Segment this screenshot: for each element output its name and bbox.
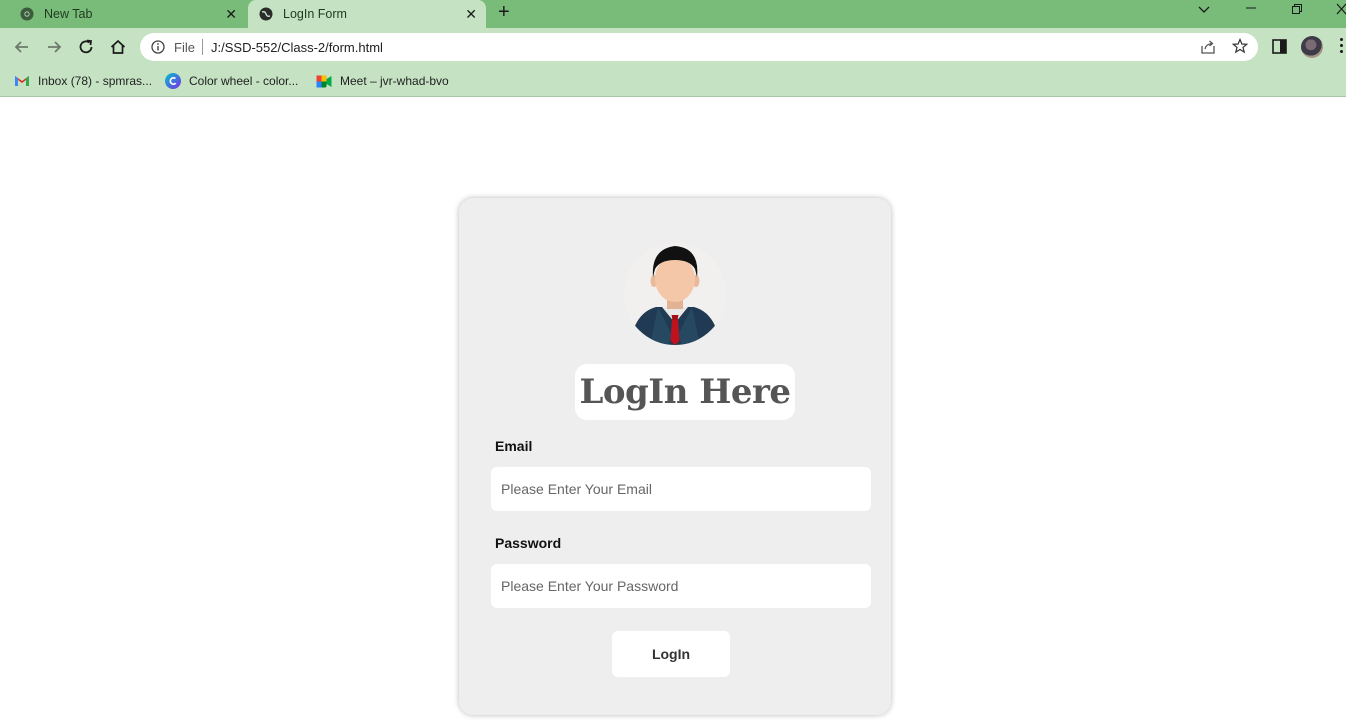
email-field[interactable] (491, 467, 871, 511)
bookmark-inbox[interactable]: Inbox (78) - spmras... (14, 72, 152, 90)
new-tab-plus-icon[interactable]: + (498, 2, 510, 22)
url-scheme-label: File (174, 40, 195, 55)
home-icon[interactable] (107, 36, 129, 58)
user-avatar-image (624, 243, 726, 345)
tab-strip: New Tab ✕ LogIn Form ✕ + (0, 0, 1346, 28)
address-bar[interactable]: File J:/SSD-552/Class-2/form.html (140, 33, 1258, 61)
close-tab-icon[interactable]: ✕ (225, 6, 237, 22)
tab-new-tab[interactable]: New Tab ✕ (0, 0, 246, 28)
bookmark-star-icon[interactable] (1231, 37, 1249, 59)
back-arrow-icon[interactable] (11, 36, 33, 58)
bookmark-label: Meet – jvr-whad-bvo (340, 74, 449, 88)
globe-icon (259, 7, 273, 21)
tab-title: New Tab (44, 7, 93, 21)
bookmark-meet[interactable]: Meet – jvr-whad-bvo (316, 72, 449, 90)
chrome-icon (20, 7, 34, 21)
login-button[interactable]: LogIn (612, 631, 730, 677)
tab-login-form[interactable]: LogIn Form ✕ (248, 0, 486, 28)
email-label: Email (495, 438, 533, 454)
browser-toolbar: File J:/SSD-552/Class-2/form.html (0, 28, 1346, 66)
forward-arrow-icon[interactable] (43, 36, 65, 58)
canva-icon (165, 73, 181, 89)
bookmark-color-wheel[interactable]: Color wheel - color... (165, 72, 298, 90)
page-title: LogIn Here (579, 372, 791, 412)
bookmark-label: Color wheel - color... (189, 74, 299, 88)
url-text[interactable]: J:/SSD-552/Class-2/form.html (211, 40, 383, 55)
password-field[interactable] (491, 564, 871, 608)
minimize-icon[interactable] (1245, 0, 1257, 17)
share-icon[interactable] (1200, 39, 1216, 60)
tab-search-chevron-icon[interactable] (1198, 2, 1210, 18)
restore-window-icon[interactable] (1291, 2, 1303, 18)
login-heading-box: LogIn Here (575, 364, 795, 420)
profile-avatar[interactable] (1301, 36, 1323, 58)
gmail-icon (14, 73, 30, 89)
bookmarks-bar: Inbox (78) - spmras... Color wheel - col… (0, 66, 1346, 97)
login-card: LogIn Here Email Password LogIn (459, 198, 891, 715)
site-info-icon[interactable] (151, 40, 165, 59)
bookmark-label: Inbox (78) - spmras... (38, 74, 153, 88)
password-label: Password (495, 535, 562, 551)
google-meet-icon (316, 73, 332, 89)
side-panel-icon[interactable] (1272, 39, 1287, 59)
close-window-icon[interactable] (1336, 2, 1346, 18)
omnibox-divider (202, 39, 203, 55)
menu-kebab-icon[interactable] (1340, 38, 1344, 56)
close-tab-icon[interactable]: ✕ (465, 6, 477, 22)
reload-icon[interactable] (75, 36, 97, 58)
tab-title: LogIn Form (283, 7, 347, 21)
